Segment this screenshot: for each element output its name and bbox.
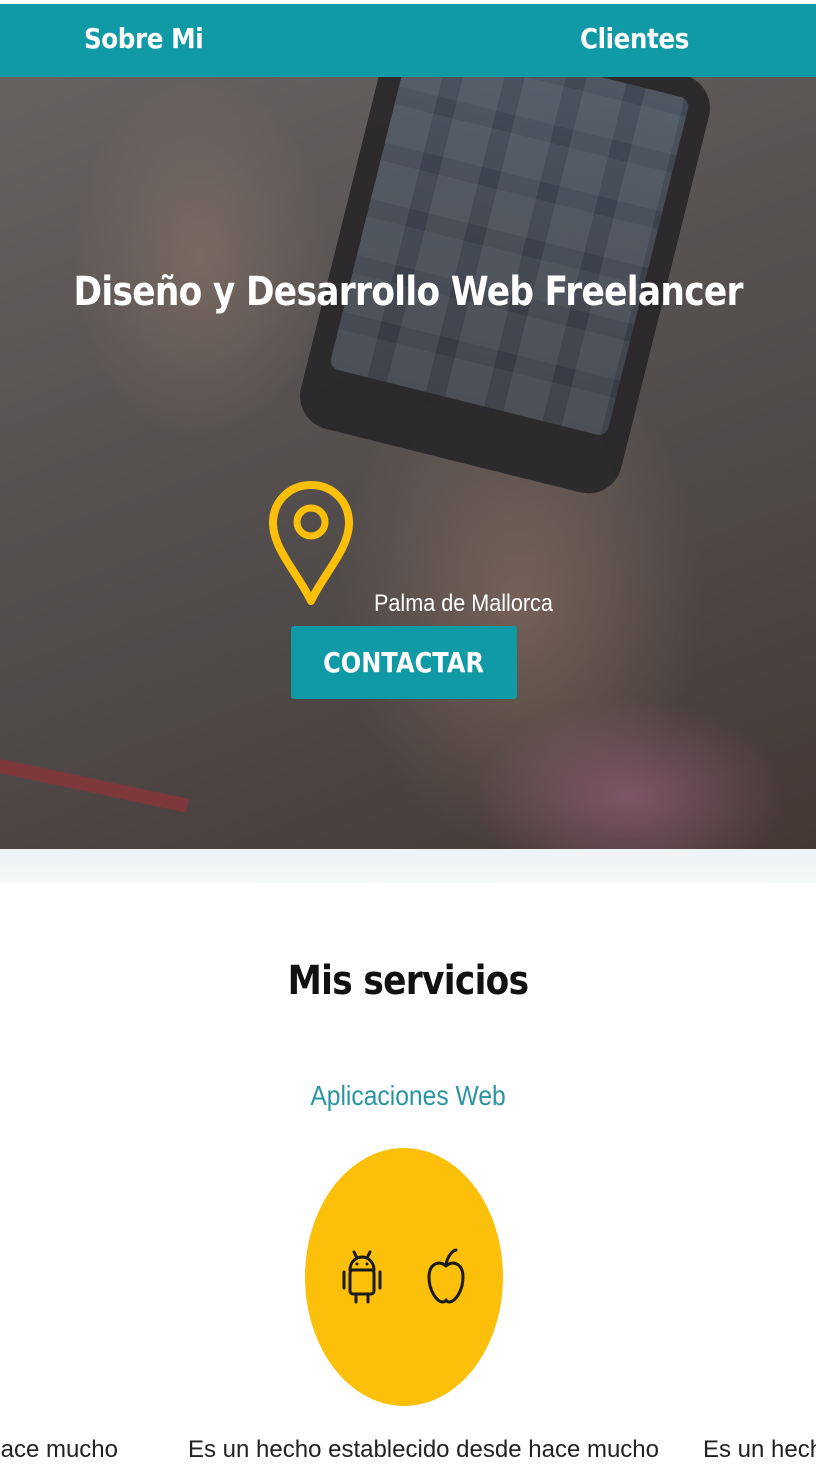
service-icon-circle — [305, 1148, 503, 1406]
apple-icon — [427, 1248, 465, 1304]
location-label: Palma de Mallorca — [374, 590, 553, 617]
hero-section: Diseño y Desarrollo Web Freelancer Palma… — [0, 77, 816, 849]
android-icon — [342, 1250, 382, 1304]
top-nav: Sobre Mi Clientes — [0, 4, 816, 77]
service-name-web-apps: Aplicaciones Web — [310, 1080, 506, 1111]
service-description-center: Es un hecho establecido desde hace mucho — [188, 1436, 659, 1463]
hero-title: Diseño y Desarrollo Web Freelancer — [73, 269, 743, 315]
nav-link-sobre-mi[interactable]: Sobre Mi — [84, 22, 204, 55]
nav-link-clientes[interactable]: Clientes — [580, 22, 689, 55]
hero-overlay — [0, 77, 816, 849]
map-pin-icon — [269, 481, 353, 605]
services-title: Mis servicios — [287, 958, 530, 1004]
service-description-right: Es un hecho — [703, 1436, 816, 1463]
service-description-left: hace mucho — [0, 1436, 118, 1463]
section-divider-band — [0, 849, 816, 883]
contact-button[interactable]: CONTACTAR — [291, 626, 517, 699]
